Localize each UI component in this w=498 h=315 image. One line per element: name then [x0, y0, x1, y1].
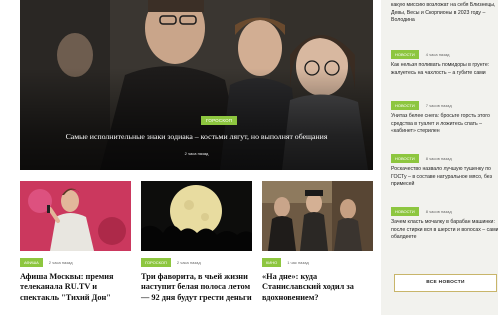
- sidebar-item-meta: НОВОСТИ 7 часов назад: [391, 101, 452, 110]
- sidebar-item-meta: НОВОСТИ 4 часа назад: [391, 50, 450, 59]
- hero-category-tag[interactable]: ГОРОСКОП: [201, 116, 238, 125]
- sidebar-time: 4 часа назад: [425, 52, 450, 57]
- card-category-tag[interactable]: АФИША: [20, 258, 43, 267]
- card-image-moon[interactable]: [141, 181, 252, 251]
- hero-title[interactable]: Самые исполнительные знаки зодиака – кос…: [20, 132, 373, 142]
- card-category-tag[interactable]: КИНО: [262, 258, 282, 267]
- card-image-singer[interactable]: [20, 181, 131, 251]
- sidebar-category-tag[interactable]: НОВОСТИ: [391, 154, 419, 163]
- sidebar-category-tag[interactable]: НОВОСТИ: [391, 207, 419, 216]
- news-card[interactable]: ГОРОСКОП 2 часа назад Три фаворита, в чь…: [141, 181, 252, 302]
- card-time: 2 часа назад: [48, 260, 73, 265]
- card-title[interactable]: Три фаворита, в чьей жизни наступит бела…: [141, 272, 253, 303]
- card-image-theatre[interactable]: [262, 181, 373, 251]
- sidebar-item-meta: НОВОСТИ 8 часов назад: [391, 207, 452, 216]
- news-card[interactable]: КИНО 1 час назад «На дне»: куда Станисла…: [262, 181, 373, 302]
- all-news-button[interactable]: ВСЕ НОВОСТИ: [394, 274, 497, 292]
- card-time: 2 часа назад: [176, 260, 201, 265]
- hero-overlay: [20, 0, 373, 170]
- sidebar-item-meta: НОВОСТИ 8 часов назад: [391, 154, 452, 163]
- sidebar-item-text[interactable]: Роскачество назвало лучшую тушенку по ГО…: [391, 166, 498, 189]
- sidebar-item-text[interactable]: Унитаз белее снега: бросьте горсть этого…: [391, 113, 498, 136]
- hero-article[interactable]: ГОРОСКОП Самые исполнительные знаки зоди…: [20, 0, 373, 170]
- hero-time: 2 часа назад: [184, 151, 209, 156]
- news-card[interactable]: АФИША 2 часа назад Афиша Москвы: премия …: [20, 181, 131, 302]
- sidebar-time: 7 часов назад: [425, 103, 452, 108]
- card-title[interactable]: Афиша Москвы: премия телеканала RU.TV и …: [20, 272, 132, 303]
- sidebar-item-text[interactable]: какую миссию возложат на себя Близнецы, …: [391, 2, 498, 25]
- card-time: 1 час назад: [287, 260, 309, 265]
- card-category-tag[interactable]: ГОРОСКОП: [141, 258, 171, 267]
- sidebar-category-tag[interactable]: НОВОСТИ: [391, 50, 419, 59]
- sidebar-item-text[interactable]: Зачем класть мочалку в барабан машинки: …: [391, 219, 498, 242]
- sidebar-category-tag[interactable]: НОВОСТИ: [391, 101, 419, 110]
- card-title[interactable]: «На дне»: куда Станиславский ходил за вд…: [262, 272, 374, 303]
- sidebar-time: 8 часов назад: [425, 209, 452, 214]
- sidebar-time: 8 часов назад: [425, 156, 452, 161]
- sidebar-item-text[interactable]: Как нельзя поливать помидоры в грунте: ж…: [391, 62, 498, 77]
- news-sidebar: какую миссию возложат на себя Близнецы, …: [381, 0, 498, 315]
